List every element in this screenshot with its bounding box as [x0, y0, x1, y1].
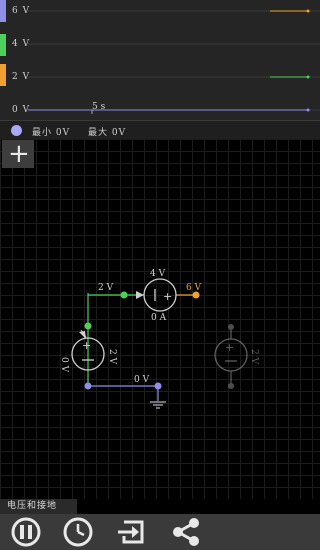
svg-text:+: +	[225, 341, 234, 354]
current-source-component[interactable]: +	[143, 278, 177, 312]
max-value: 最大 0V	[88, 128, 127, 138]
probe-legend: 最小 0V 最大 0V	[0, 120, 320, 140]
y-label-0v: 0 V	[12, 105, 31, 115]
pause-icon[interactable]	[8, 516, 44, 548]
add-component-button[interactable]: +	[2, 140, 34, 168]
y-label-6v: 6 V	[12, 6, 31, 16]
y-label-4v: 4 V	[12, 39, 31, 49]
ghost-battery-component[interactable]: + 2 V	[214, 324, 259, 389]
ground-symbol	[150, 401, 166, 409]
graph-tab-blue[interactable]	[0, 0, 6, 22]
node-blue-right[interactable]	[154, 382, 162, 390]
probe-color-dot[interactable]	[11, 125, 22, 136]
export-icon[interactable]	[114, 516, 150, 548]
share-icon[interactable]	[168, 516, 204, 548]
arrow-icon	[136, 291, 144, 299]
svg-text:+: +	[82, 339, 91, 352]
battery-left-label: 0 V	[59, 357, 69, 373]
source-current-label: 0 A	[151, 313, 167, 323]
clock-icon[interactable]	[60, 516, 96, 548]
ground-voltage-label: 0 V	[134, 375, 150, 385]
circuit-diagram[interactable]: + 0 V 2 V + 2 V 4 V 6 V 0 A 0 V + 2 V	[0, 139, 320, 499]
min-value: 最小 0V	[32, 128, 71, 138]
y-label-2v: 2 V	[12, 72, 31, 82]
voltage-graph[interactable]: 6 V 4 V 2 V 0 V 5 s	[0, 0, 320, 120]
bottom-toolbar	[0, 514, 320, 550]
ghost-battery-label: 2 V	[249, 349, 259, 365]
output-voltage-label: 6 V	[186, 283, 202, 293]
graph-lines	[28, 9, 320, 114]
graph-tab-orange[interactable]	[0, 64, 6, 86]
node-green-top[interactable]	[120, 291, 128, 299]
graph-tab-green[interactable]	[0, 34, 6, 56]
battery-right-label: 2 V	[107, 349, 117, 365]
node-green-left[interactable]	[84, 322, 92, 330]
probe-arrow-icon	[79, 331, 86, 339]
time-label: 5 s	[92, 102, 106, 112]
mode-label[interactable]: 电压和接地	[0, 499, 77, 514]
svg-text:+: +	[163, 290, 172, 303]
source-voltage-label: 4 V	[150, 269, 166, 279]
node-voltage-label: 2 V	[98, 283, 114, 293]
node-blue-left[interactable]	[84, 382, 92, 390]
